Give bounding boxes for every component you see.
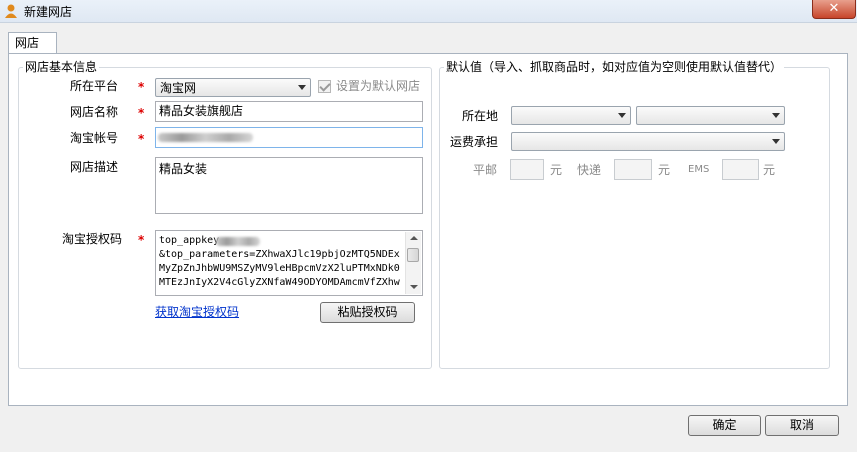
express-fee-input[interactable] (614, 159, 652, 180)
get-auth-code-link[interactable]: 获取淘宝授权码 (155, 304, 239, 320)
description-value: 精品女装 (159, 162, 208, 176)
chevron-down-icon (618, 113, 626, 118)
basic-info-group: 网店基本信息 所在平台 * 淘宝网 设置为默认网店 网店名称 * 精品女装旗舰店… (18, 60, 432, 369)
shipping-select[interactable] (511, 132, 785, 151)
auth-code-line: &top_parameters=ZXhwaXJlc19pbjOzMTQ5NDEx (159, 249, 400, 260)
shop-name-input[interactable]: 精品女装旗舰店 (155, 101, 423, 122)
defaults-legend: 默认值（导入、抓取商品时，如对应值为空则使用默认值替代） (444, 60, 785, 74)
auth-code-label: 淘宝授权码 (62, 232, 123, 246)
app-icon (5, 4, 17, 18)
platform-select[interactable]: 淘宝网 (155, 78, 311, 97)
ems-label: EMS (688, 164, 710, 175)
scroll-up-icon[interactable] (410, 236, 418, 240)
defaults-group: 默认值（导入、抓取商品时，如对应值为空则使用默认值替代） 所在地 运费承担 平邮… (439, 60, 830, 369)
auth-code-scrollbar[interactable] (405, 232, 421, 294)
title-bar: 新建网店 ✕ (0, 0, 857, 23)
account-required-mark: * (138, 132, 145, 146)
chevron-down-icon (298, 85, 306, 90)
account-label: 淘宝帐号 (70, 131, 119, 145)
post-label: 平邮 (473, 163, 498, 177)
scroll-down-icon[interactable] (410, 285, 418, 289)
post-unit: 元 (550, 163, 563, 177)
account-input[interactable] (155, 127, 423, 148)
default-shop-checkbox[interactable] (318, 80, 331, 93)
appkey-redacted (216, 237, 260, 246)
basic-info-legend: 网店基本信息 (23, 60, 100, 74)
cancel-button[interactable]: 取消 (765, 415, 839, 436)
close-icon[interactable]: ✕ (812, 0, 856, 19)
chevron-down-icon (772, 139, 780, 144)
auth-code-line: MTEzJnIyX2V4cGlyZXNfaW49ODYOMDAmcmVfZXhw (159, 277, 400, 288)
province-select[interactable] (511, 106, 631, 125)
shop-name-required-mark: * (138, 106, 145, 120)
auth-code-input[interactable]: top_appkey &top_parameters=ZXhwaXJlc19pb… (155, 230, 423, 296)
express-unit: 元 (658, 163, 671, 177)
post-fee-input[interactable] (510, 159, 544, 180)
ok-button[interactable]: 确定 (688, 415, 761, 436)
location-label: 所在地 (462, 109, 499, 123)
default-shop-label: 设置为默认网店 (336, 79, 421, 93)
ems-unit: 元 (763, 163, 776, 177)
account-redacted (158, 133, 253, 142)
tab-shop[interactable]: 网店 (8, 32, 57, 54)
window-title: 新建网店 (24, 5, 73, 19)
shipping-label: 运费承担 (450, 135, 499, 149)
city-select[interactable] (636, 106, 785, 125)
tab-page: 网店基本信息 所在平台 * 淘宝网 设置为默认网店 网店名称 * 精品女装旗舰店… (8, 53, 848, 406)
scroll-thumb[interactable] (407, 248, 419, 262)
platform-select-value: 淘宝网 (160, 81, 197, 95)
platform-required-mark: * (138, 80, 145, 94)
shop-name-label: 网店名称 (70, 105, 119, 119)
auth-code-line: top_appkey (159, 235, 220, 246)
description-input[interactable]: 精品女装 (155, 157, 423, 214)
ems-fee-input[interactable] (722, 159, 759, 180)
auth-code-required-mark: * (138, 233, 145, 247)
paste-auth-code-button[interactable]: 粘贴授权码 (320, 302, 415, 323)
chevron-down-icon (772, 113, 780, 118)
express-label: 快递 (577, 163, 602, 177)
description-label: 网店描述 (70, 160, 119, 174)
platform-label: 所在平台 (70, 79, 119, 93)
auth-code-line: MyZpZnJhbWU9MSZyMV9leHBpcmVzX2luPTMxNDk0 (159, 263, 400, 274)
